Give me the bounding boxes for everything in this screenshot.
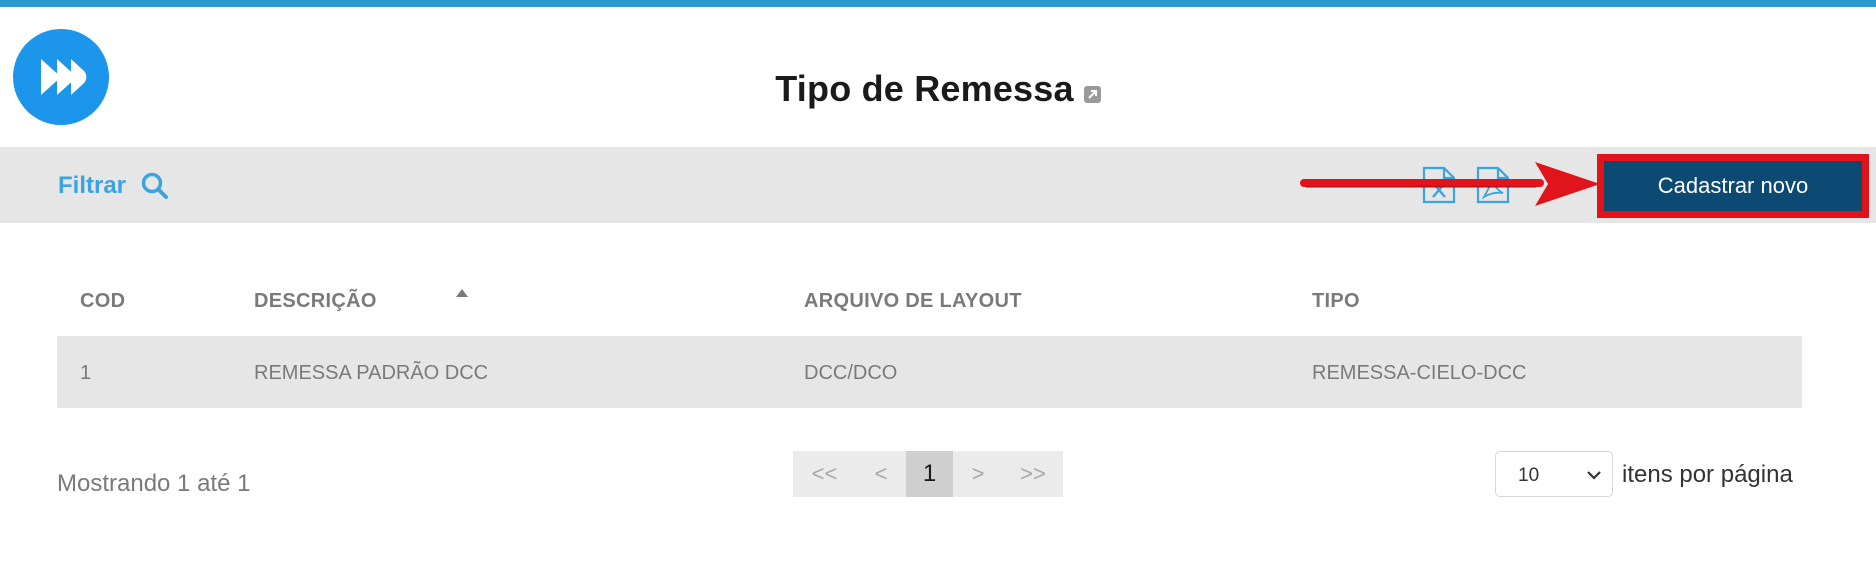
- page-header: Tipo de Remessa: [0, 68, 1876, 110]
- page-button-1[interactable]: 1: [906, 451, 953, 497]
- first-page-button[interactable]: <<: [793, 451, 856, 497]
- external-link-icon[interactable]: [1083, 86, 1101, 103]
- search-icon: [141, 172, 169, 199]
- cell-arquivo-de-layout: DCC/DCO: [804, 362, 898, 384]
- sort-asc-icon[interactable]: [455, 288, 469, 298]
- filter-label: Filtrar: [58, 172, 127, 199]
- table-row[interactable]: 1 REMESSA PADRÃO DCC DCC/DCO REMESSA-CIE…: [57, 336, 1802, 408]
- top-accent-bar: [0, 0, 1876, 7]
- last-page-button[interactable]: >>: [1003, 451, 1063, 497]
- page-size-select[interactable]: 10: [1495, 451, 1613, 497]
- column-header-cod[interactable]: COD: [80, 290, 125, 313]
- annotation-arrow: [1300, 162, 1600, 206]
- cell-descricao: REMESSA PADRÃO DCC: [254, 362, 489, 384]
- cell-tipo: REMESSA-CIELO-DCC: [1312, 362, 1527, 384]
- page-title: Tipo de Remessa: [775, 68, 1074, 109]
- column-header-arquivo-de-layout[interactable]: ARQUIVO DE LAYOUT: [804, 290, 1022, 313]
- next-page-button[interactable]: >: [953, 451, 1003, 497]
- showing-count: Mostrando 1 até 1: [57, 470, 251, 497]
- cell-cod: 1: [80, 362, 92, 384]
- column-header-descricao[interactable]: DESCRIÇÃO: [254, 290, 377, 313]
- filter-button[interactable]: Filtrar: [58, 171, 170, 201]
- previous-page-button[interactable]: <: [856, 451, 906, 497]
- column-header-tipo[interactable]: TIPO: [1312, 290, 1360, 313]
- per-page-label: itens por página: [1622, 461, 1793, 488]
- chevron-down-icon: [1587, 471, 1601, 480]
- add-new-button[interactable]: Cadastrar novo: [1604, 161, 1862, 211]
- pagination: << < 1 > >>: [793, 451, 1063, 497]
- page-size-value: 10: [1518, 465, 1540, 486]
